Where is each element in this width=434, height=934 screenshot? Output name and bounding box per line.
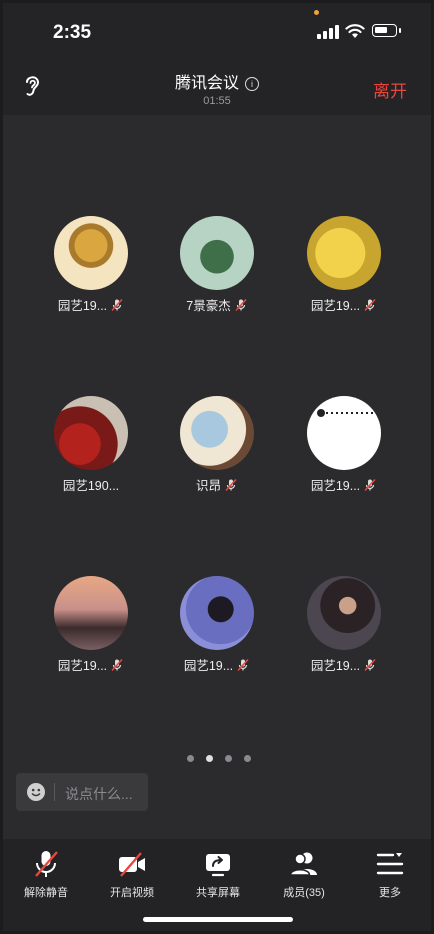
participant-name: 园艺19... [310, 479, 361, 493]
start-video-label: 开启视频 [110, 887, 154, 899]
members-button[interactable]: 成员(35) [264, 849, 344, 900]
info-icon[interactable]: i [245, 77, 259, 91]
participant-name: 识昂 [195, 479, 221, 493]
participant-tile[interactable]: 园艺19... [284, 216, 404, 314]
more-menu-icon [376, 853, 404, 875]
meeting-header: 腾讯会议 i 01:55 离开 [3, 53, 431, 115]
wifi-icon [345, 24, 365, 38]
participant-tile[interactable]: 识昂 [157, 396, 277, 494]
mic-muted-icon [235, 298, 247, 311]
emoji-icon[interactable] [27, 783, 45, 801]
share-screen-icon [206, 854, 230, 877]
video-off-icon [119, 852, 145, 877]
participant-avatar [54, 396, 128, 470]
mic-muted-icon [111, 298, 123, 311]
participant-tile[interactable]: 园艺19... [284, 576, 404, 674]
participant-avatar [54, 576, 128, 650]
chat-divider [54, 783, 55, 801]
mic-muted-icon [364, 658, 376, 671]
home-indicator[interactable] [143, 917, 293, 922]
meeting-screen: 2:35 腾讯会议 i 01:55 离开 园艺19... 7景豪杰 园艺19..… [3, 3, 431, 931]
participant-avatar [307, 396, 381, 470]
dotted-line-avatar-graphic [317, 409, 373, 417]
privacy-indicator [314, 10, 319, 15]
status-time: 2:35 [53, 22, 92, 43]
unmute-button[interactable]: 解除静音 [6, 849, 86, 900]
participant-tile[interactable]: 园艺190... [31, 396, 151, 494]
mic-muted-icon [364, 478, 376, 491]
page-dot[interactable] [225, 755, 232, 762]
participant-name: 园艺19... [57, 659, 108, 673]
meeting-title-text: 腾讯会议 [174, 75, 239, 92]
page-indicator[interactable] [187, 755, 251, 762]
participant-name: 园艺19... [310, 659, 361, 673]
participant-avatar [180, 216, 254, 290]
meeting-title[interactable]: 腾讯会议 i [3, 69, 431, 93]
members-label: 成员(35) [283, 887, 325, 899]
members-icon [289, 852, 317, 876]
share-screen-button[interactable]: 共享屏幕 [178, 849, 258, 900]
meeting-timer: 01:55 [203, 95, 231, 107]
participant-tile[interactable]: 园艺19... [31, 576, 151, 674]
mic-off-icon [35, 851, 58, 877]
unmute-label: 解除静音 [24, 887, 68, 899]
battery-icon [372, 24, 401, 37]
more-button[interactable]: 更多 [350, 849, 430, 900]
participant-name: 园艺19... [183, 659, 234, 673]
participant-name: 园艺19... [310, 299, 361, 313]
participant-avatar [54, 216, 128, 290]
participant-tile[interactable]: 园艺19... [157, 576, 277, 674]
cellular-signal-icon [317, 25, 339, 39]
participant-tile[interactable]: 园艺19... [284, 396, 404, 494]
page-dot[interactable] [244, 755, 251, 762]
page-dot-active[interactable] [206, 755, 213, 762]
page-dot[interactable] [187, 755, 194, 762]
mic-muted-icon [111, 658, 123, 671]
chat-placeholder[interactable]: 说点什么... [65, 784, 133, 804]
participant-avatar [307, 216, 381, 290]
participant-avatar [307, 576, 381, 650]
leave-button[interactable]: 离开 [373, 77, 407, 102]
bottom-toolbar: 解除静音 开启视频 共享屏幕 成员(35) 更多 [3, 839, 431, 931]
share-screen-label: 共享屏幕 [196, 887, 240, 899]
mic-muted-icon [237, 658, 249, 671]
status-bar: 2:35 [3, 3, 431, 53]
participant-tile[interactable]: 园艺19... [31, 216, 151, 314]
participant-name: 园艺190... [62, 479, 120, 493]
participant-name: 园艺19... [57, 299, 108, 313]
mic-muted-icon [364, 298, 376, 311]
participant-avatar [180, 396, 254, 470]
chat-input[interactable]: 说点什么... [16, 773, 148, 811]
start-video-button[interactable]: 开启视频 [92, 849, 172, 900]
mic-muted-icon [225, 478, 237, 491]
participant-avatar [180, 576, 254, 650]
participant-name: 7景豪杰 [186, 299, 231, 313]
participant-tile[interactable]: 7景豪杰 [157, 216, 277, 314]
more-label: 更多 [379, 887, 401, 899]
